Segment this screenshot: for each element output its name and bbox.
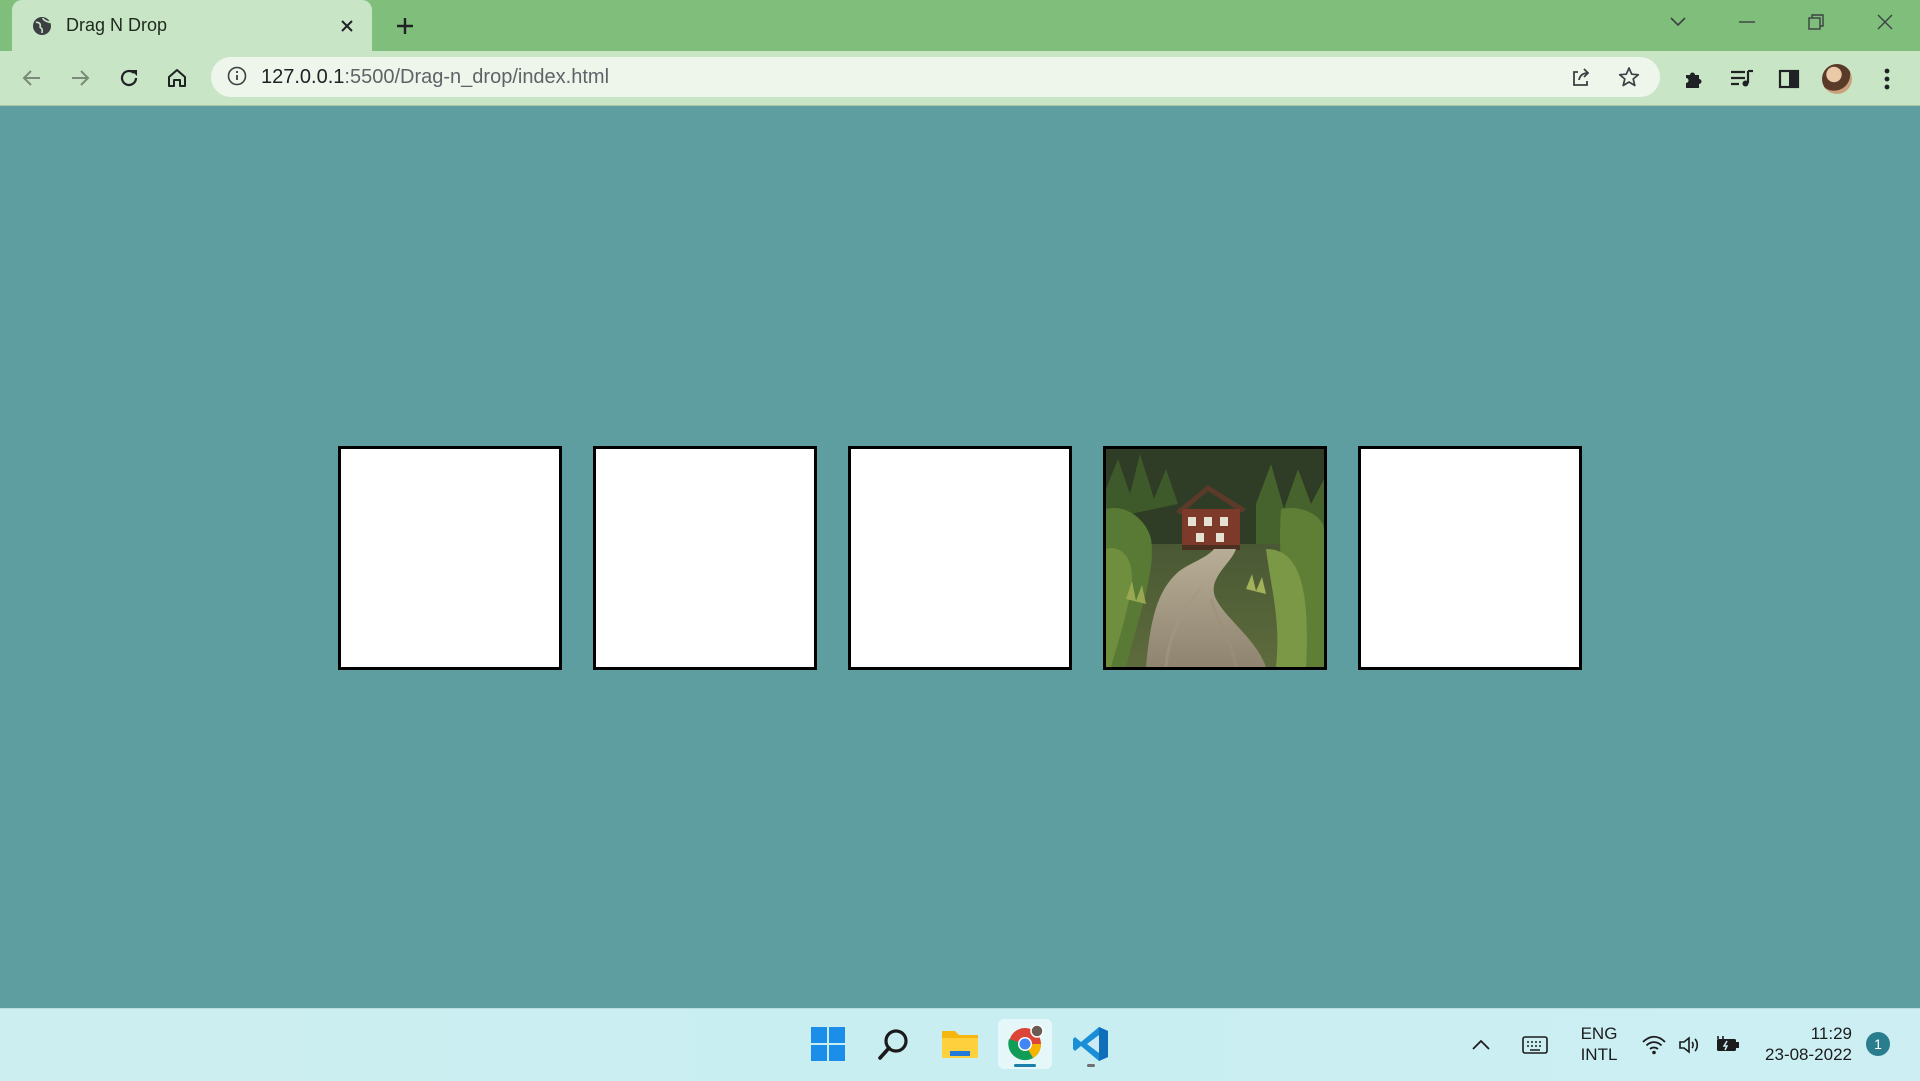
bookmark-star-icon[interactable] (1614, 62, 1644, 92)
tab-strip: Drag N Drop (0, 0, 1920, 51)
active-app-indicator (1014, 1064, 1036, 1067)
drop-zone-4[interactable] (1103, 446, 1327, 670)
close-tab-icon[interactable] (336, 15, 358, 37)
taskbar: ENG INTL 11:29 23-08-2022 (0, 1008, 1920, 1081)
globe-icon (32, 16, 52, 36)
minimize-button[interactable] (1733, 10, 1761, 34)
running-app-indicator (1087, 1064, 1095, 1067)
language-code: ENG (1580, 1024, 1618, 1043)
extensions-puzzle-icon[interactable] (1679, 64, 1709, 94)
new-tab-button[interactable] (392, 13, 418, 39)
profile-avatar[interactable] (1822, 64, 1852, 94)
drop-zone-3[interactable] (848, 446, 1072, 670)
keyboard-icon[interactable] (1522, 1033, 1548, 1057)
browser-tab[interactable]: Drag N Drop (12, 0, 372, 51)
volume-icon[interactable] (1677, 1033, 1703, 1057)
address-bar[interactable]: 127.0.0.1:5500/Drag-n_drop/index.html (211, 57, 1660, 97)
page-content (0, 106, 1920, 1008)
cabin-path-image[interactable] (1106, 449, 1324, 667)
home-button[interactable] (161, 62, 193, 94)
chevron-up-icon[interactable] (1468, 1033, 1494, 1057)
share-icon[interactable] (1566, 62, 1596, 92)
url-text: 127.0.0.1:5500/Drag-n_drop/index.html (261, 66, 1548, 89)
forward-button[interactable] (64, 62, 96, 94)
keyboard-layout: INTL (1580, 1045, 1618, 1064)
browser-toolbar: 127.0.0.1:5500/Drag-n_drop/index.html (0, 51, 1920, 106)
media-controls-icon[interactable] (1727, 64, 1757, 94)
battery-charging-icon[interactable] (1714, 1033, 1740, 1057)
file-explorer-icon[interactable] (933, 1019, 987, 1069)
drop-zone-1[interactable] (338, 446, 562, 670)
chrome-icon[interactable] (998, 1019, 1052, 1069)
search-icon[interactable] (867, 1019, 921, 1069)
drop-zone-2[interactable] (593, 446, 817, 670)
site-info-icon[interactable] (227, 66, 249, 88)
clock-date: 23-08-2022 (1765, 1045, 1852, 1064)
windows-start-icon[interactable] (801, 1019, 855, 1069)
url-path: :5500/Drag-n_drop/index.html (344, 65, 610, 88)
side-panel-icon[interactable] (1774, 64, 1804, 94)
tab-title: Drag N Drop (66, 15, 168, 35)
clock[interactable]: 11:29 23-08-2022 (1756, 1023, 1852, 1065)
url-host: 127.0.0.1 (261, 65, 345, 88)
reload-button[interactable] (113, 62, 145, 94)
wifi-icon[interactable] (1641, 1033, 1667, 1057)
close-window-button[interactable] (1871, 10, 1899, 34)
clock-time: 11:29 (1810, 1024, 1852, 1043)
notification-badge[interactable]: 1 (1866, 1032, 1890, 1056)
language-indicator[interactable]: ENG INTL (1574, 1023, 1624, 1065)
drop-zone-5[interactable] (1358, 446, 1582, 670)
tab-search-chevron-icon[interactable] (1664, 10, 1692, 34)
more-menu-icon[interactable] (1872, 64, 1902, 94)
vscode-icon[interactable] (1064, 1019, 1118, 1069)
restore-button[interactable] (1802, 10, 1830, 34)
back-button[interactable] (16, 62, 48, 94)
